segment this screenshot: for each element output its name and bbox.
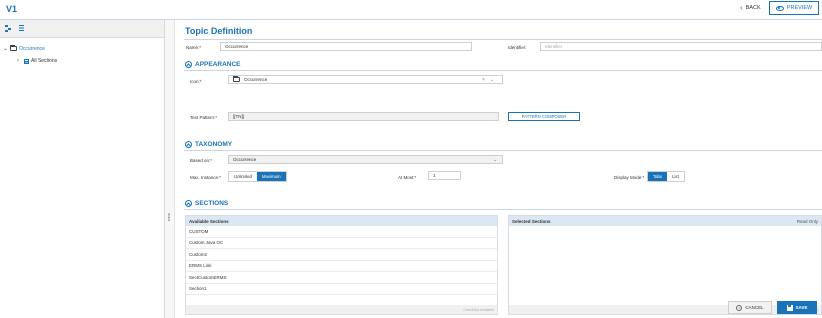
list-item[interactable]: CUSTOM (186, 226, 497, 238)
text-pattern-label: Text Pattern:* (190, 115, 218, 120)
page-title: Topic Definition (185, 26, 253, 36)
list-item[interactable]: ERMS Link (186, 261, 497, 272)
preview-label: PREVIEW (786, 5, 813, 11)
divider (184, 70, 822, 71)
icon-select[interactable]: Occurrence (228, 75, 503, 84)
cancel-icon: × (736, 304, 743, 311)
read-only-label: Read Only (796, 218, 818, 224)
available-sections-panel: Available Sections CUSTOM Custom Java OC C… (185, 215, 498, 315)
icon-select-value: Occurrence (244, 77, 268, 82)
divider (184, 39, 822, 40)
appearance-heading-label: APPEARANCE (195, 61, 241, 68)
display-option-list[interactable]: List (667, 172, 684, 181)
top-bar: V1 ‹ BACK PREVIEW (0, 0, 822, 20)
save-label: SAVE (795, 305, 808, 310)
collapse-icon (185, 141, 192, 148)
chevron-down-icon[interactable]: ⌄ (490, 77, 494, 83)
max-option-unlimited[interactable]: Unlimited (229, 172, 257, 181)
divider (184, 150, 822, 151)
list-view-icon[interactable] (18, 25, 25, 32)
available-sections-list: CUSTOM Custom Java OC Custom2 ERMS Link Sect… (186, 226, 497, 295)
name-label: Name:* (186, 45, 202, 50)
selected-sections-title: Selected Sections (512, 218, 551, 224)
folder-icon (10, 44, 17, 51)
chevron-down-icon[interactable]: ⌄ (3, 45, 8, 52)
save-button[interactable]: SAVE (777, 301, 817, 314)
name-field[interactable]: Occurrence (220, 42, 472, 51)
chevron-down-icon[interactable]: ⌄ (493, 157, 497, 163)
available-sections-footer: 0 sections available (186, 305, 497, 314)
clear-icon[interactable]: × (482, 77, 485, 83)
list-item[interactable]: SectCustomERMS (186, 272, 497, 284)
sections-heading[interactable]: SECTIONS (185, 200, 228, 207)
sections-heading-label: SECTIONS (195, 200, 229, 207)
app-title: V1 (6, 4, 18, 14)
cancel-label: CANCEL (745, 305, 764, 310)
list-item[interactable]: Custom2 (186, 249, 497, 261)
at-most-field[interactable]: 1 (428, 171, 461, 180)
icon-label: Icon:* (190, 79, 202, 84)
tree-item-label: Occurrence (19, 45, 45, 52)
tree-view-icon[interactable] (5, 25, 12, 32)
splitter[interactable] (165, 20, 175, 318)
tree-item-all-sections[interactable]: › All Sections (17, 58, 57, 64)
collapse-icon (185, 61, 192, 68)
selected-sections-header: Selected Sections Read Only (509, 216, 821, 226)
preview-button[interactable]: PREVIEW (769, 1, 819, 15)
selected-sections-footer: 0 sections selected (509, 305, 821, 314)
identifier-field[interactable]: Identifier (540, 42, 822, 51)
based-on-label: Based on:* (190, 158, 213, 163)
divider (184, 209, 822, 210)
pattern-composer-button[interactable]: PATTERN COMPOSER (508, 112, 580, 121)
cancel-button[interactable]: × CANCEL (728, 301, 772, 314)
save-icon (786, 304, 793, 311)
display-mode-toggle: Tabs List (647, 171, 685, 182)
max-option-maximum[interactable]: Maximum (256, 172, 286, 181)
eye-icon (775, 5, 784, 11)
max-instance-toggle: Unlimited Maximum (228, 171, 287, 182)
taxonomy-heading-label: TAXONOMY (195, 141, 233, 148)
selected-sections-panel: Selected Sections Read Only 0 sections s… (508, 215, 822, 315)
chevron-right-icon[interactable]: › (17, 58, 22, 64)
chevron-left-icon: ‹ (740, 3, 743, 12)
max-instance-label: Max. Instance:* (190, 175, 222, 180)
tree-item-occurrence[interactable]: ⌄ Occurrence (3, 44, 45, 52)
folder-icon (233, 75, 240, 82)
collapse-icon (185, 200, 192, 207)
display-option-tabs[interactable]: Tabs (648, 172, 668, 181)
identifier-label: Identifier: (508, 45, 527, 50)
sidebar-toolbar (0, 20, 164, 38)
taxonomy-heading[interactable]: TAXONOMY (185, 141, 232, 148)
list-item[interactable]: Custom Java OC (186, 238, 497, 249)
text-pattern-field[interactable]: [[TN]] (228, 112, 499, 121)
tree-item-label: All Sections (31, 58, 58, 64)
sidebar: ⌄ Occurrence › All Sections (0, 20, 165, 318)
back-label: BACK (745, 5, 761, 11)
drag-handle-icon[interactable] (168, 213, 170, 221)
appearance-heading[interactable]: APPEARANCE (185, 61, 241, 68)
list-item[interactable]: Section1 (186, 284, 497, 295)
based-on-select[interactable]: Occurrence (228, 155, 503, 164)
back-button[interactable]: ‹ BACK (740, 4, 761, 12)
display-mode-label: Display Mode:* (614, 175, 645, 180)
main-content: Topic Definition Name:* Occurrence Ident… (176, 20, 822, 318)
available-sections-header: Available Sections (186, 216, 497, 226)
at-most-label: At Most:* (398, 175, 417, 180)
sections-icon (24, 58, 29, 64)
available-sections-title: Available Sections (189, 218, 229, 224)
